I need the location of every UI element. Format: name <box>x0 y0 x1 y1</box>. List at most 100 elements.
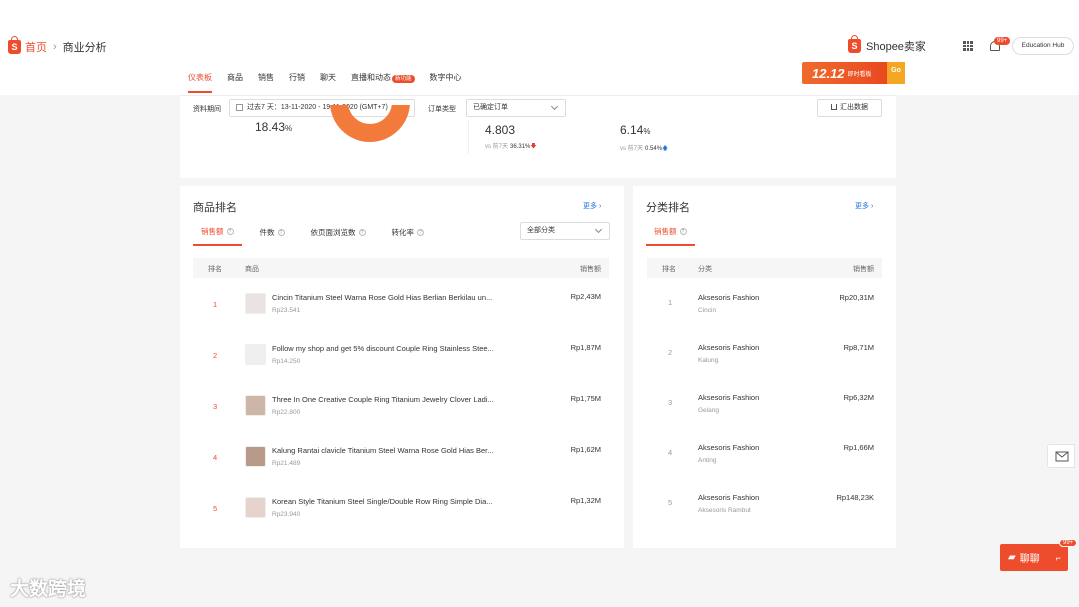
category-sales: Rp148,23K <box>836 493 874 502</box>
table-row[interactable]: 3 Three In One Creative Couple Ring Tita… <box>193 380 609 431</box>
help-icon: ? <box>277 229 285 236</box>
period-label: 资料期间 <box>193 106 221 113</box>
top-bar: S 首页 › 商业分析 S Shopee卖家 99+ Education Hub… <box>0 0 1079 95</box>
col-product: 商品 <box>245 266 259 273</box>
chat-button[interactable]: ▰ 聊聊 ⌐ <box>1000 544 1068 571</box>
metric-2-change: 36.31% <box>510 144 531 150</box>
product-name[interactable]: Three In One Creative Couple Ring Titani… <box>272 395 494 404</box>
metric-2-compare: vs 前7天 36.31%🡇 <box>485 141 537 152</box>
subtab-units[interactable]: 件数? <box>252 226 293 246</box>
subcategory-name: Cincin <box>698 307 717 314</box>
metric-conversion: 18.43% <box>255 120 292 134</box>
category-sales: Rp6,32M <box>843 393 874 402</box>
row-rank: 5 <box>213 504 218 513</box>
shopee-bag-icon: S <box>8 36 21 54</box>
export-data-button[interactable]: 汇出数据 <box>817 99 882 117</box>
table-row[interactable]: 4 Kalung Rantai clavicle Titanium Steel … <box>193 431 609 482</box>
subtab-sales[interactable]: 销售额? <box>646 226 695 246</box>
card-title: 商品排名 <box>193 202 237 214</box>
product-price: Rp22.800 <box>272 409 301 416</box>
more-link[interactable]: 更多 › <box>583 201 601 211</box>
tab-marketing[interactable]: 行销 <box>289 72 305 93</box>
category-name: Aksesoris Fashion <box>698 493 760 502</box>
promo-go-button[interactable]: Go <box>887 62 905 84</box>
subtab-sales[interactable]: 销售额? <box>193 226 242 246</box>
product-sales: Rp1,75M <box>570 394 601 403</box>
table-row[interactable]: 4 Aksesoris Fashion Anting Rp1,66M <box>647 428 882 478</box>
brand-name: Shopee卖家 <box>866 41 926 53</box>
subtab-pageviews[interactable]: 依页面浏览数? <box>303 226 374 246</box>
product-thumbnail <box>245 344 266 365</box>
donut-chart <box>330 105 410 142</box>
product-thumbnail <box>245 293 266 314</box>
arrow-down-icon: 🡇 <box>530 144 537 150</box>
category-select[interactable]: 全部分类 <box>520 222 610 240</box>
table-row[interactable]: 5 Korean Style Titanium Steel Single/Dou… <box>193 482 609 533</box>
table-row[interactable]: 5 Aksesoris Fashion Aksesoris Rambut Rp1… <box>647 478 882 528</box>
apps-grid-icon[interactable] <box>963 41 973 51</box>
chat-bubble-icon: ▰ <box>1008 552 1016 563</box>
row-rank: 2 <box>668 348 673 357</box>
product-name[interactable]: Kalung Rantai clavicle Titanium Steel Wa… <box>272 446 494 455</box>
tab-sales[interactable]: 销售 <box>258 72 274 93</box>
tab-chat[interactable]: 聊天 <box>320 72 336 93</box>
brand-logo[interactable]: S Shopee卖家 <box>848 35 926 54</box>
tab-products[interactable]: 商品 <box>227 72 243 93</box>
subcategory-name: Kalung <box>698 357 719 364</box>
side-mail-button[interactable] <box>1047 444 1075 468</box>
tab-data-center[interactable]: 数字中心 <box>430 72 462 93</box>
table-row[interactable]: 1 Cincin Titanium Steel Warna Rose Gold … <box>193 278 609 329</box>
promo-banner[interactable]: 12.12 即时看板 Go <box>802 62 905 84</box>
order-type-select[interactable]: 已确定订单 <box>466 99 566 117</box>
subtab-label: 件数 <box>259 228 275 237</box>
education-hub-button[interactable]: Education Hub <box>1012 37 1074 55</box>
category-name: Aksesoris Fashion <box>698 393 760 402</box>
order-type-value: 已确定订单 <box>473 104 508 111</box>
category-sales: Rp8,71M <box>843 343 874 352</box>
subtab-label: 销售额 <box>654 227 677 236</box>
row-rank: 1 <box>213 300 218 309</box>
subtab-label: 销售额 <box>201 227 224 236</box>
category-sales: Rp20,31M <box>839 293 874 302</box>
collapse-icon[interactable]: ⌐ <box>1056 553 1061 563</box>
product-thumbnail <box>245 497 266 518</box>
arrow-up-icon: 🡅 <box>662 146 669 152</box>
chevron-right-icon: › <box>870 203 874 210</box>
product-thumbnail <box>245 446 266 467</box>
chevron-down-icon <box>550 102 559 111</box>
row-rank: 5 <box>668 498 673 507</box>
col-category: 分类 <box>698 266 712 273</box>
export-label: 汇出数据 <box>840 104 868 111</box>
metric-3-vs-label: vs 前7天 <box>620 146 644 152</box>
subcategory-name: Anting <box>698 457 717 464</box>
more-link[interactable]: 更多 › <box>855 201 873 211</box>
product-sales: Rp1,87M <box>570 343 601 352</box>
table-row[interactable]: 1 Aksesoris Fashion Cincin Rp20,31M <box>647 278 882 328</box>
subtab-label: 依页面浏览数 <box>310 228 356 237</box>
table-row[interactable]: 2 Follow my shop and get 5% discount Cou… <box>193 329 609 380</box>
product-name[interactable]: Follow my shop and get 5% discount Coupl… <box>272 344 494 353</box>
product-name[interactable]: Cincin Titanium Steel Warna Rose Gold Hi… <box>272 293 492 302</box>
promo-subtitle: 即时看板 <box>847 71 872 78</box>
tab-dashboard[interactable]: 仪表板 <box>188 72 212 93</box>
product-ranking-card: 商品排名 更多 › 销售额? 件数? 依页面浏览数? 转化率? 全部分类 排名 … <box>180 186 624 548</box>
help-icon: ? <box>679 228 687 235</box>
table-row[interactable]: 3 Aksesoris Fashion Gelang Rp6,32M <box>647 378 882 428</box>
new-badge: 新功能 <box>392 75 415 83</box>
metric-3-value: 6.14 <box>620 123 644 137</box>
notification-badge: 99+ <box>994 37 1011 45</box>
table-row[interactable]: 2 Aksesoris Fashion Kalung Rp8,71M <box>647 328 882 378</box>
calendar-icon <box>236 103 243 111</box>
product-price: Rp23.541 <box>272 307 301 314</box>
row-rank: 3 <box>213 402 218 411</box>
help-icon: ? <box>226 228 234 235</box>
product-price: Rp21.489 <box>272 460 301 467</box>
tab-live[interactable]: 直播和动态 新功能 <box>351 72 415 93</box>
subtab-conversion[interactable]: 转化率? <box>384 226 433 246</box>
breadcrumb-current: 商业分析 <box>62 42 107 54</box>
product-name[interactable]: Korean Style Titanium Steel Single/Doubl… <box>272 497 493 506</box>
product-price: Rp14.250 <box>272 358 301 365</box>
chat-label: 聊聊 <box>1019 554 1040 565</box>
breadcrumb-home[interactable]: S 首页 <box>8 36 47 55</box>
download-icon <box>831 104 837 110</box>
